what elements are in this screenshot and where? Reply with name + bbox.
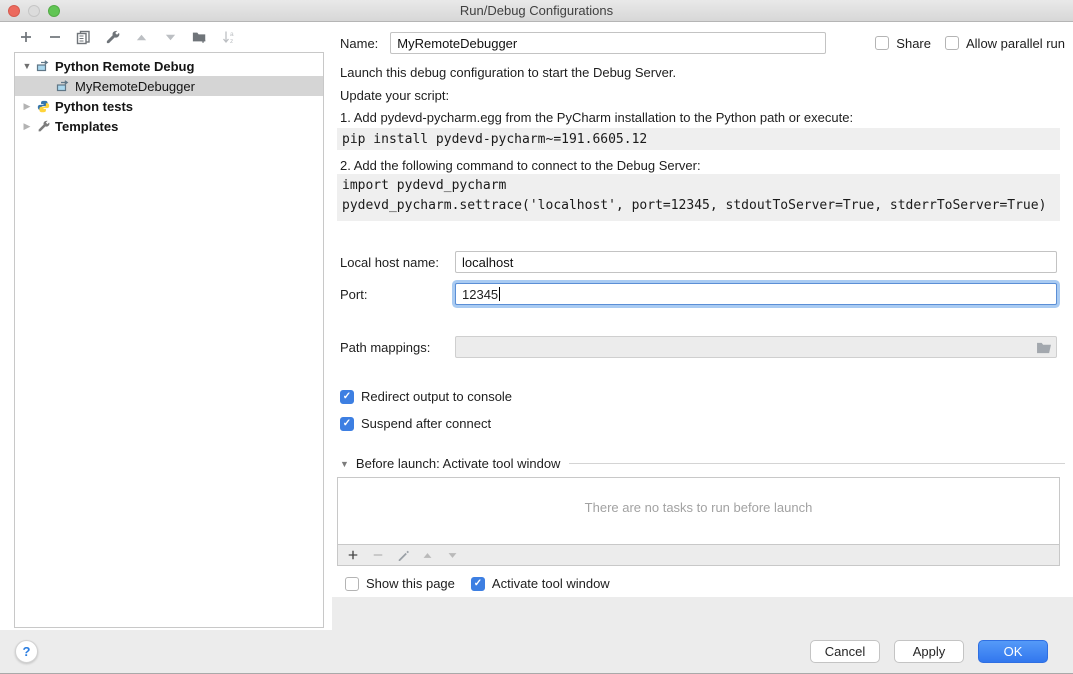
path-mappings-input[interactable] (455, 336, 1057, 358)
tree-item-label: Python Remote Debug (55, 59, 194, 74)
show-this-page-label: Show this page (366, 576, 455, 591)
title-bar: Run/Debug Configurations (0, 0, 1073, 22)
tasks-empty-text: There are no tasks to run before launch (585, 500, 813, 515)
chevron-down-icon[interactable]: ▼ (21, 61, 33, 71)
tree-item-python-remote-debug[interactable]: ▼ Python Remote Debug (15, 56, 323, 76)
allow-parallel-run-checkbox[interactable] (945, 36, 959, 50)
activate-tool-window-checkbox[interactable] (471, 577, 485, 591)
remove-task-icon[interactable] (371, 549, 384, 562)
tree-item-myremotedebugger[interactable]: ▶ MyRemoteDebugger (15, 76, 323, 96)
name-input[interactable] (390, 32, 826, 54)
tree-item-label: Python tests (55, 99, 133, 114)
tree-item-label: Templates (55, 119, 118, 134)
edit-task-pencil-icon[interactable] (396, 549, 409, 562)
ok-button[interactable]: OK (978, 640, 1048, 663)
port-label: Port: (340, 287, 455, 302)
browse-folder-icon[interactable] (1036, 341, 1052, 354)
cancel-button[interactable]: Cancel (810, 640, 880, 663)
share-checkbox[interactable] (875, 36, 889, 50)
run-debug-configurations-dialog: Run/Debug Configurations az ▼ (0, 0, 1073, 674)
before-launch-section-header[interactable]: ▼ Before launch: Activate tool window (340, 456, 1065, 471)
before-launch-tasks-list[interactable]: There are no tasks to run before launch (337, 477, 1060, 545)
wrench-icon (36, 119, 50, 133)
suspend-after-connect-label: Suspend after connect (361, 416, 491, 431)
settrace-code[interactable]: import pydevd_pycharm pydevd_pycharm.set… (337, 174, 1060, 221)
allow-parallel-run-label: Allow parallel run (966, 36, 1065, 51)
run-config-icon (56, 79, 70, 93)
help-button[interactable]: ? (15, 640, 38, 663)
port-input[interactable]: 12345 (455, 283, 1057, 305)
redirect-output-checkbox[interactable] (340, 390, 354, 404)
add-icon[interactable] (18, 30, 33, 45)
step2-text: 2. Add the following command to connect … (340, 158, 701, 173)
divider (569, 463, 1065, 464)
pip-install-code[interactable]: pip install pydevd-pycharm~=191.6605.12 (337, 128, 1060, 150)
apply-button[interactable]: Apply (894, 640, 964, 663)
dialog-buttons: Cancel Apply OK (810, 640, 1048, 663)
show-this-page-checkbox[interactable] (345, 577, 359, 591)
activate-tool-window-label: Activate tool window (492, 576, 610, 591)
configurations-sidebar: az ▼ Python Remote Debug ▶ MyRemoteDebug… (0, 22, 332, 630)
svg-text:a: a (230, 31, 234, 38)
help-icon: ? (23, 644, 31, 659)
tree-item-python-tests[interactable]: ▶ Python tests (15, 96, 323, 116)
chevron-right-icon[interactable]: ▶ (21, 121, 33, 132)
chevron-down-icon[interactable]: ▼ (340, 459, 349, 469)
remove-icon[interactable] (47, 30, 62, 45)
sort-az-icon[interactable]: az (221, 30, 236, 45)
up-arrow-icon[interactable] (134, 30, 149, 45)
python-icon (36, 99, 50, 113)
configurations-tree: ▼ Python Remote Debug ▶ MyRemoteDebugger… (14, 52, 324, 628)
move-task-up-icon[interactable] (421, 549, 434, 562)
local-host-name-input[interactable] (455, 251, 1057, 273)
window-title: Run/Debug Configurations (0, 3, 1073, 18)
down-arrow-icon[interactable] (163, 30, 178, 45)
svg-text:z: z (230, 38, 233, 44)
wrench-icon[interactable] (105, 30, 120, 45)
description-text: Launch this debug configuration to start… (340, 65, 676, 80)
code-settrace-line: pydevd_pycharm.settrace('localhost', por… (342, 198, 1046, 213)
path-mappings-label: Path mappings: (340, 340, 455, 355)
chevron-right-icon[interactable]: ▶ (21, 101, 33, 112)
sidebar-toolbar: az (18, 28, 236, 46)
tree-item-templates[interactable]: ▶ Templates (15, 116, 323, 136)
redirect-output-label: Redirect output to console (361, 389, 512, 404)
move-task-down-icon[interactable] (446, 549, 459, 562)
run-config-icon (36, 59, 50, 73)
step1-text: 1. Add pydevd-pycharm.egg from the PyCha… (340, 110, 853, 125)
local-host-name-label: Local host name: (340, 255, 455, 270)
text-cursor (499, 287, 500, 301)
before-launch-title: Before launch: Activate tool window (356, 456, 561, 471)
folder-add-icon[interactable] (192, 30, 207, 45)
configuration-editor: Name: Share Allow parallel run Launch th… (332, 22, 1073, 597)
code-import-line: import pydevd_pycharm (342, 178, 506, 193)
tasks-toolbar (337, 545, 1060, 566)
add-task-icon[interactable] (346, 549, 359, 562)
name-label: Name: (340, 36, 378, 51)
copy-icon[interactable] (76, 30, 91, 45)
update-script-text: Update your script: (340, 88, 449, 103)
tree-item-label: MyRemoteDebugger (75, 79, 195, 94)
suspend-after-connect-checkbox[interactable] (340, 417, 354, 431)
share-label: Share (896, 36, 931, 51)
